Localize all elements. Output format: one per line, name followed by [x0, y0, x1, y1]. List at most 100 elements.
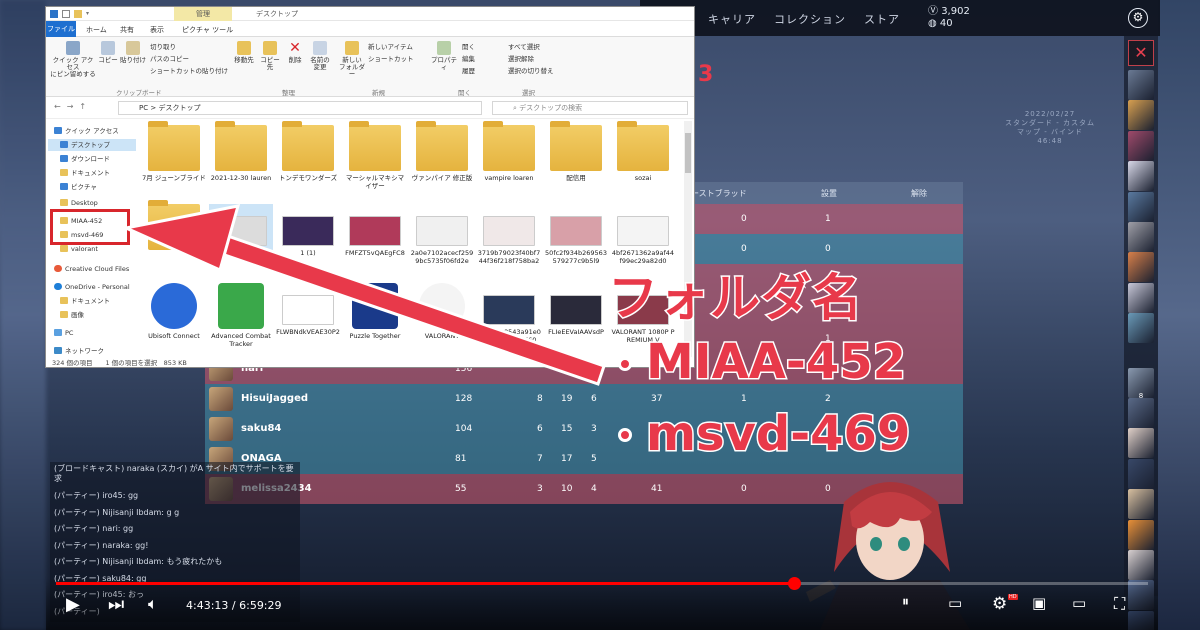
folder-item[interactable]: 2021-12-30 lauren — [209, 121, 273, 182]
autoplay-toggle-icon[interactable]: ⏸︎ — [902, 594, 909, 610]
folder-item[interactable]: 配信用 — [544, 121, 608, 182]
properties-button[interactable]: プロパティ — [430, 41, 458, 71]
pin-quick-access-button[interactable]: クイック アクセス にピン留めする — [50, 41, 96, 78]
delete-button[interactable]: ✕ 削除 — [286, 41, 304, 64]
nav-store[interactable]: ストア — [864, 11, 900, 27]
folder-item[interactable]: vampire loaren — [477, 121, 541, 182]
sidebar-item[interactable]: 画像 — [60, 309, 84, 321]
image-file-item[interactable]: 50fc2f934b269563579277c9b5l9 — [544, 204, 608, 265]
paste-shortcut-button[interactable]: ショートカットの貼り付け — [150, 65, 228, 75]
tab-home[interactable]: ホーム — [86, 25, 107, 35]
sidebar-item-label: Desktop — [71, 199, 98, 207]
sidebar-item[interactable]: Creative Cloud Files — [54, 263, 129, 275]
folder-icon — [60, 311, 68, 318]
tab-picture-tools[interactable]: ピクチャ ツール — [182, 25, 233, 35]
shortcut-button[interactable]: ショートカット — [368, 53, 414, 63]
image-file-item[interactable]: 1 (1) — [276, 204, 340, 257]
image-thumbnail — [483, 216, 535, 246]
folder-item[interactable]: 7月 ジューンブライド — [142, 121, 206, 182]
scrollbar-thumb[interactable] — [685, 133, 691, 173]
open-button[interactable]: 開く — [462, 41, 475, 51]
tab-view[interactable]: 表示 — [150, 25, 164, 35]
folder-item[interactable]: ヴァンパイア 修正版 — [410, 121, 474, 182]
sidebar-item-label: PC — [65, 329, 74, 337]
sidebar-item[interactable]: Desktop — [60, 197, 98, 209]
settings-gear-icon[interactable]: ⚙ — [1128, 8, 1148, 28]
shortcut-item[interactable]: VALORANT — [410, 283, 474, 340]
sidebar-item[interactable]: ネットワーク — [54, 345, 104, 357]
volume-icon[interactable]: 🔈︎ — [148, 594, 158, 614]
image-file-item[interactable]: FMFZT5vQAEgFC8 — [343, 204, 407, 257]
image-file-item[interactable]: FLWBNdkVEAE30P2 — [276, 283, 340, 336]
new-folder-quick-icon[interactable] — [74, 10, 82, 18]
rename-button[interactable]: 名前の 変更 — [308, 41, 332, 71]
history-button[interactable]: 履歴 — [462, 65, 475, 75]
sidebar-item[interactable]: ピクチャ — [60, 181, 97, 193]
properties-quick-icon[interactable] — [62, 10, 70, 18]
shortcut-item[interactable]: Ubisoft Connect — [142, 283, 206, 340]
sidebar-item[interactable]: クイック アクセス — [54, 125, 119, 137]
tab-share[interactable]: 共有 — [120, 25, 134, 35]
tab-file[interactable]: ファイル — [46, 21, 76, 37]
sidebar-item[interactable]: デスクトップ — [48, 139, 136, 151]
new-item-button[interactable]: 新しいアイテム — [368, 41, 413, 51]
search-input[interactable]: ⌕ デスクトップの検索 — [492, 101, 688, 115]
folder-icon — [60, 199, 68, 206]
address-folder[interactable]: デスクトップ — [158, 104, 200, 112]
subtitles-icon[interactable]: ▭ — [948, 594, 962, 612]
sidebar-item[interactable]: OneDrive - Personal — [54, 281, 130, 293]
shortcut-item[interactable]: Advanced Combat Tracker — [209, 283, 273, 348]
folder-item[interactable]: マーシャルマキシマイザー — [343, 121, 407, 190]
image-file-item[interactable]: 6f2900a17a43 — [209, 204, 273, 257]
progress-bar[interactable] — [56, 577, 1148, 590]
theater-mode-icon[interactable]: ▭ — [1072, 594, 1086, 612]
address-pc[interactable]: PC — [139, 104, 148, 112]
folder-item[interactable]: sozai — [611, 121, 675, 182]
sidebar-item[interactable]: ダウンロード — [60, 153, 110, 165]
dropdown-quick-icon[interactable]: ▾ — [86, 10, 96, 18]
image-file-item[interactable]: 3719b79023f40bf744f36f218f758ba2 — [477, 204, 541, 265]
image-file-item[interactable]: FLIeEEVaIAAVsdP — [544, 283, 608, 336]
image-file-item[interactable]: e002fb98543a91e0c1bc6f9e810760 — [477, 283, 541, 344]
copy-button[interactable]: コピー — [98, 41, 118, 64]
image-thumbnail — [282, 216, 334, 246]
cut-button[interactable]: 切り取り — [150, 41, 176, 51]
select-all-button[interactable]: すべて選択 — [508, 41, 540, 51]
chat-line: (パーティー) naraka: gg! — [54, 540, 149, 550]
address-bar[interactable]: PC > デスクトップ — [118, 101, 482, 115]
sidebar-item[interactable]: ドキュメント — [60, 167, 110, 179]
sidebar-item[interactable]: PC — [54, 327, 73, 339]
fullscreen-icon[interactable]: ⛶ — [1114, 594, 1125, 614]
progress-knob[interactable] — [787, 577, 801, 590]
settings-gear-player-icon[interactable]: ⚙ — [992, 594, 1007, 614]
folder-item[interactable]: トンデモワンダーズ — [276, 121, 340, 182]
nav-buttons[interactable]: ←→↑ — [54, 102, 92, 111]
status-bar: 324 個の項目 1 個の項目を選択 853 KB — [52, 359, 187, 367]
edit-button[interactable]: 編集 — [462, 53, 475, 63]
nav-career[interactable]: キャリア — [708, 11, 756, 27]
shortcut-item[interactable]: Puzzle Together — [343, 283, 407, 340]
agent-portrait-icon — [1128, 428, 1154, 459]
sidebar-item[interactable]: ドキュメント — [60, 295, 110, 307]
invert-selection-button[interactable]: 選択の切り替え — [508, 65, 554, 75]
copy-path-button[interactable]: パスのコピー — [150, 53, 189, 63]
new-folder-icon — [345, 41, 359, 55]
miniplayer-icon[interactable]: ▣ — [1032, 594, 1046, 612]
select-none-button[interactable]: 選択解除 — [508, 53, 534, 63]
properties-icon — [437, 41, 451, 55]
image-file-item[interactable]: 4bf2671362a9af44f99ec29a82d0 — [611, 204, 675, 265]
nav-collection[interactable]: コレクション — [774, 11, 846, 27]
agent-portrait-icon — [1128, 130, 1154, 161]
new-folder-button[interactable]: 新しい フォルダー — [338, 41, 366, 78]
play-icon[interactable]: ▶ — [66, 594, 80, 615]
paste-button[interactable]: 貼り付け — [120, 41, 146, 64]
image-thumbnail — [550, 216, 602, 246]
move-to-button[interactable]: 移動先 — [232, 41, 256, 64]
image-file-item[interactable]: 2a0e7102acecf2599bc5735f06fd2e — [410, 204, 474, 265]
item-label: 50fc2f934b269563579277c9b5l9 — [545, 249, 607, 265]
next-icon[interactable]: ⏭ — [108, 594, 124, 615]
manage-tab[interactable]: 管理 — [174, 7, 232, 21]
stat-cell: 8 — [537, 394, 543, 404]
copy-to-button[interactable]: コピー先 — [258, 41, 282, 71]
folder-item[interactable] — [142, 200, 206, 253]
